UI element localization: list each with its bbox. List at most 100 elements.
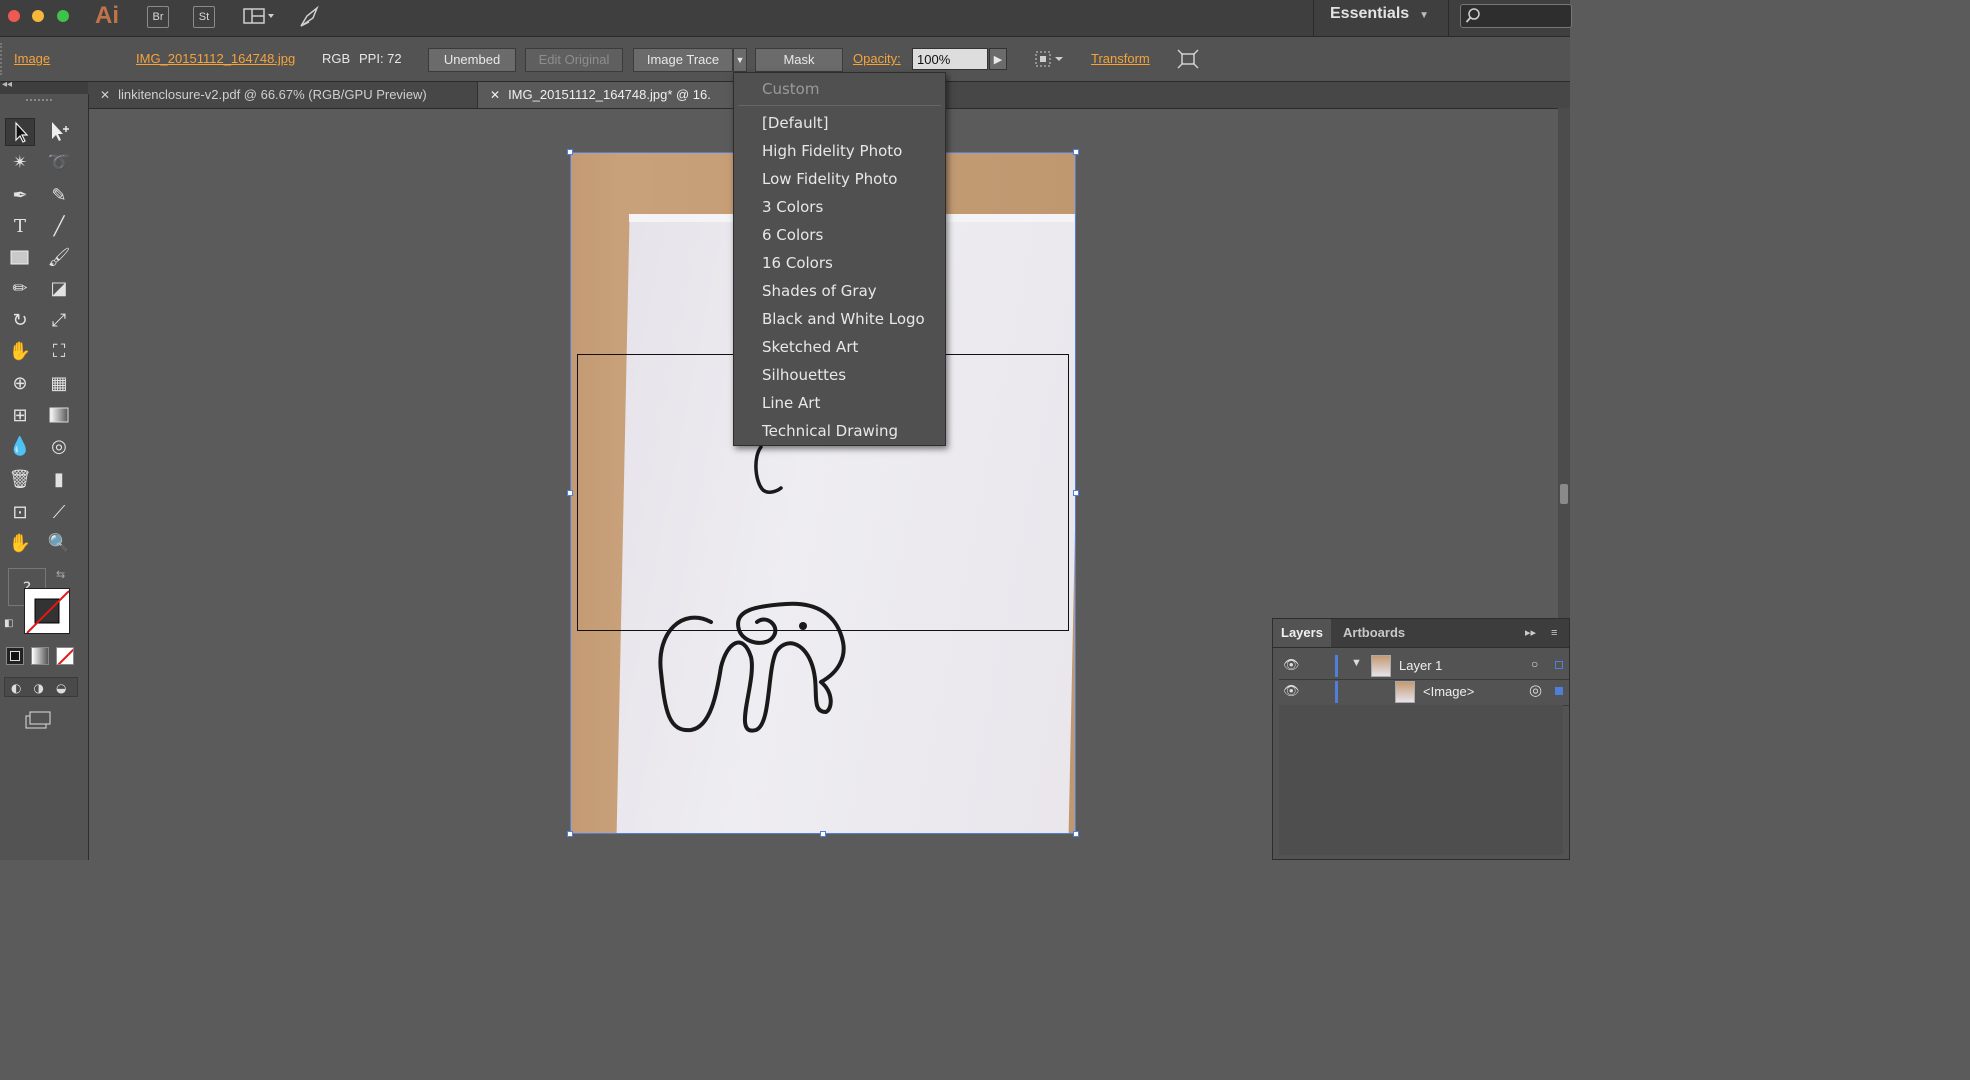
- curvature-tool-icon[interactable]: ✎: [44, 182, 74, 210]
- object-type-link[interactable]: Image: [14, 49, 50, 69]
- unembed-button[interactable]: Unembed: [428, 48, 516, 72]
- image-trace-button[interactable]: Image Trace: [633, 48, 733, 72]
- menu-item-3-colors[interactable]: 3 Colors: [762, 193, 823, 221]
- lasso-tool-icon[interactable]: ➰: [44, 149, 74, 177]
- resize-handle[interactable]: [820, 831, 826, 837]
- magic-wand-tool-icon[interactable]: ✴: [5, 149, 35, 177]
- opacity-slider-button[interactable]: ▶: [989, 48, 1007, 70]
- opacity-input[interactable]: 100%: [912, 48, 988, 70]
- scale-tool-icon[interactable]: ⤢: [44, 307, 74, 335]
- menu-item-shades-of-gray[interactable]: Shades of Gray: [762, 277, 877, 305]
- resize-handle[interactable]: [1073, 490, 1079, 496]
- menu-item-16-colors[interactable]: 16 Colors: [762, 249, 833, 277]
- transform-link[interactable]: Transform: [1091, 49, 1150, 69]
- expand-panel-icon[interactable]: ▸▸: [1517, 619, 1544, 647]
- menu-item-black-and-white-logo[interactable]: Black and White Logo: [762, 305, 925, 333]
- selection-indicator[interactable]: [1555, 661, 1563, 669]
- selection-indicator[interactable]: [1555, 687, 1563, 695]
- resize-handle[interactable]: [567, 490, 573, 496]
- disclosure-triangle-icon[interactable]: ▼: [1351, 657, 1362, 669]
- layer-name[interactable]: Layer 1: [1399, 658, 1442, 673]
- tab-layers[interactable]: Layers: [1273, 619, 1331, 647]
- resize-handle[interactable]: [567, 831, 573, 837]
- slice-tool-icon[interactable]: ⟋: [44, 499, 74, 527]
- close-window-button[interactable]: [8, 10, 20, 22]
- tools-panel-header[interactable]: ◂◂: [0, 79, 88, 94]
- zoom-tool-icon[interactable]: 🔍: [44, 530, 74, 558]
- close-icon[interactable]: ✕: [100, 88, 110, 102]
- vertical-scrollbar[interactable]: [1558, 108, 1570, 618]
- search-input[interactable]: [1460, 4, 1572, 28]
- blend-tool-icon[interactable]: ◎: [44, 433, 74, 461]
- linked-file-link[interactable]: IMG_20151112_164748.jpg: [136, 49, 295, 69]
- arrange-documents-button[interactable]: [243, 6, 277, 26]
- scrollbar-thumb[interactable]: [1560, 484, 1568, 504]
- pen-tool-icon[interactable]: ✒: [5, 182, 35, 210]
- tab-linkitenclosure[interactable]: ✕ linkitenclosure-v2.pdf @ 66.67% (RGB/GP…: [88, 82, 478, 108]
- gradient-tool-icon[interactable]: [44, 402, 74, 430]
- gpu-performance-button[interactable]: [297, 4, 323, 30]
- target-icon[interactable]: ○: [1531, 657, 1538, 671]
- hand-tool-icon[interactable]: ✋: [5, 530, 35, 558]
- menu-item-sketched-art[interactable]: Sketched Art: [762, 333, 858, 361]
- rotate-tool-icon[interactable]: ↻: [5, 307, 35, 335]
- menu-item-line-art[interactable]: Line Art: [762, 389, 820, 417]
- layer-row[interactable]: 👁 ▼ Layer 1 ○: [1279, 653, 1569, 680]
- menu-item-default[interactable]: [Default]: [762, 109, 829, 137]
- selection-tool-icon[interactable]: [5, 118, 35, 146]
- close-icon[interactable]: ✕: [490, 88, 500, 102]
- resize-handle[interactable]: [567, 149, 573, 155]
- default-colors-icon[interactable]: ◧: [4, 618, 13, 629]
- grip-handle[interactable]: [26, 99, 52, 105]
- tab-img-20151112[interactable]: ✕ IMG_20151112_164748.jpg* @ 16.: [478, 82, 738, 108]
- warp-tool-icon[interactable]: ✋: [5, 338, 35, 366]
- minimize-window-button[interactable]: [32, 10, 44, 22]
- workspace-switcher[interactable]: Essentials ▼: [1330, 5, 1429, 23]
- screen-mode-button[interactable]: [24, 710, 52, 730]
- eye-icon[interactable]: 👁: [1283, 683, 1300, 699]
- resize-handle[interactable]: [1073, 831, 1079, 837]
- isolate-button[interactable]: [1176, 48, 1200, 70]
- menu-item-6-colors[interactable]: 6 Colors: [762, 221, 823, 249]
- align-button[interactable]: [1033, 48, 1067, 70]
- eraser-tool-icon[interactable]: ◪: [44, 275, 74, 303]
- gradient-mode-button[interactable]: [31, 647, 49, 665]
- resize-handle[interactable]: [1073, 149, 1079, 155]
- pencil-tool-icon[interactable]: ✏: [5, 275, 35, 303]
- stroke-swatch[interactable]: [24, 588, 70, 634]
- layer-name[interactable]: <Image>: [1423, 684, 1474, 699]
- drawing-modes-group[interactable]: ◐◑◒: [4, 677, 78, 697]
- symbol-sprayer-tool-icon[interactable]: 🗑: [5, 466, 35, 494]
- menu-item-low-fidelity-photo[interactable]: Low Fidelity Photo: [762, 165, 897, 193]
- free-transform-tool-icon[interactable]: ⛶: [44, 338, 74, 366]
- grip-handle[interactable]: [0, 43, 6, 75]
- shape-builder-tool-icon[interactable]: ⊕: [5, 370, 35, 398]
- eye-icon[interactable]: 👁: [1283, 657, 1300, 673]
- direct-selection-tool-icon[interactable]: [44, 118, 74, 146]
- none-mode-button[interactable]: [56, 647, 74, 665]
- color-mode-button[interactable]: [6, 647, 24, 665]
- paintbrush-tool-icon[interactable]: 🖌: [44, 244, 74, 272]
- swap-fill-stroke-icon[interactable]: ⇆: [56, 568, 65, 581]
- edit-original-button[interactable]: Edit Original: [525, 48, 623, 72]
- menu-item-silhouettes[interactable]: Silhouettes: [762, 361, 846, 389]
- perspective-grid-tool-icon[interactable]: ▦: [44, 370, 74, 398]
- menu-item-technical-drawing[interactable]: Technical Drawing: [762, 417, 898, 445]
- artboard-tool-icon[interactable]: ⊡: [5, 499, 35, 527]
- trace-presets-dropdown-button[interactable]: ▼: [733, 48, 747, 72]
- opacity-label[interactable]: Opacity:: [853, 49, 901, 69]
- bridge-button[interactable]: Br: [147, 6, 169, 28]
- eyedropper-tool-icon[interactable]: 💧: [5, 433, 35, 461]
- column-graph-tool-icon[interactable]: ▮: [44, 466, 74, 494]
- stock-button[interactable]: St: [193, 6, 215, 28]
- tab-artboards[interactable]: Artboards: [1335, 619, 1413, 647]
- mesh-tool-icon[interactable]: ⊞: [5, 402, 35, 430]
- menu-item-high-fidelity-photo[interactable]: High Fidelity Photo: [762, 137, 902, 165]
- type-tool-icon[interactable]: T: [5, 213, 35, 241]
- panel-menu-icon[interactable]: ≡: [1543, 619, 1565, 647]
- mask-button[interactable]: Mask: [755, 48, 843, 72]
- line-tool-icon[interactable]: ╱: [44, 213, 74, 241]
- rectangle-tool-icon[interactable]: [5, 244, 35, 272]
- target-selected-icon[interactable]: ◎: [1529, 681, 1542, 699]
- sublayer-row[interactable]: 👁 <Image> ◎: [1279, 679, 1569, 706]
